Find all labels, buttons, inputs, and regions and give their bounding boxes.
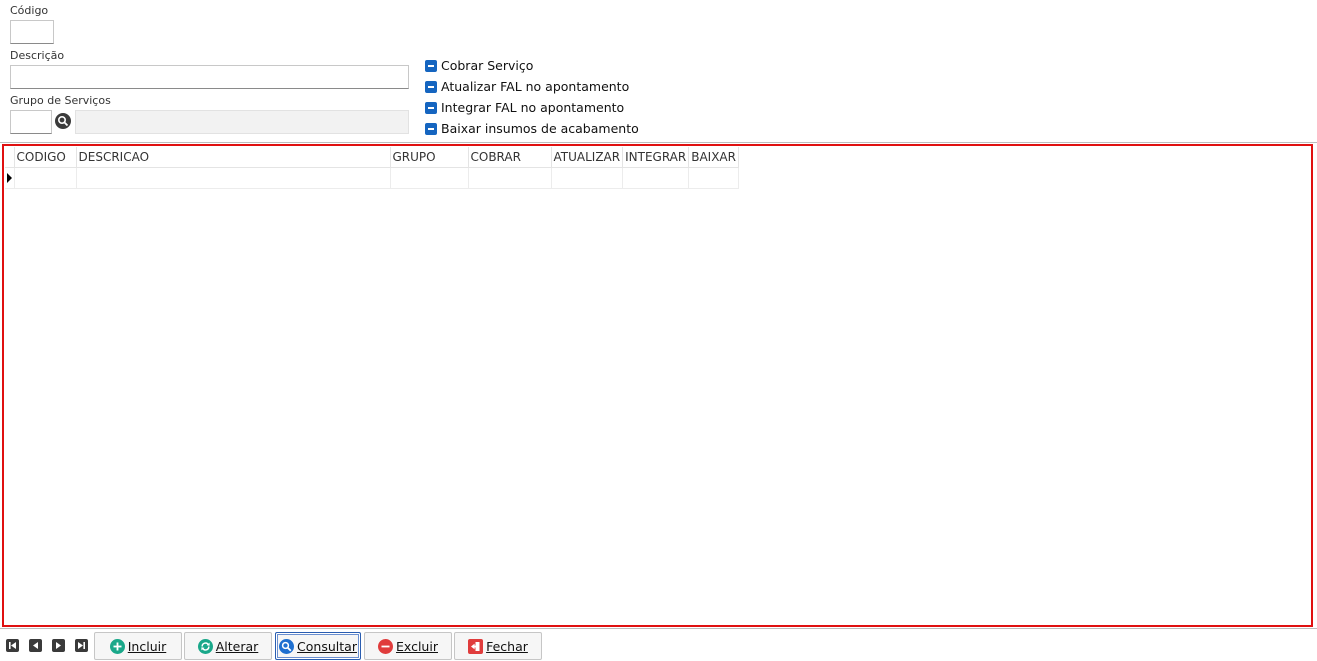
- column-header-cobrar[interactable]: COBRAR: [468, 147, 552, 168]
- cell-codigo[interactable]: [14, 167, 77, 189]
- indeterminate-checkbox-icon: [425, 80, 437, 93]
- prior-record-icon[interactable]: [29, 639, 42, 652]
- grupo-servicos-label: Grupo de Serviços: [10, 94, 111, 107]
- cell-integrar[interactable]: [622, 167, 690, 189]
- descricao-input[interactable]: [10, 65, 409, 89]
- cobrar-servico-checkbox[interactable]: Cobrar Serviço: [425, 58, 533, 73]
- column-header-baixar[interactable]: BAIXAR: [688, 147, 739, 168]
- incluir-button[interactable]: Incluir: [94, 632, 182, 660]
- atualizar-fal-checkbox[interactable]: Atualizar FAL no apontamento: [425, 79, 629, 94]
- column-header-codigo[interactable]: CODIGO: [14, 147, 77, 168]
- plus-icon: [109, 638, 125, 654]
- services-grid[interactable]: CODIGO DESCRICAO GRUPO COBRAR ATUALIZAR …: [2, 144, 1313, 627]
- integrar-fal-checkbox[interactable]: Integrar FAL no apontamento: [425, 100, 624, 115]
- column-header-integrar[interactable]: INTEGRAR: [622, 147, 690, 168]
- magnifier-icon: [279, 638, 295, 654]
- column-header-descricao[interactable]: DESCRICAO: [76, 147, 391, 168]
- codigo-label: Código: [10, 4, 49, 17]
- indeterminate-checkbox-icon: [425, 101, 437, 114]
- grid-header-row: CODIGO DESCRICAO GRUPO COBRAR ATUALIZAR …: [5, 147, 739, 168]
- top-separator: [0, 142, 1317, 143]
- first-record-icon[interactable]: [6, 639, 19, 652]
- refresh-icon: [197, 638, 213, 654]
- cell-grupo[interactable]: [390, 167, 469, 189]
- search-icon[interactable]: [55, 113, 71, 129]
- cell-baixar[interactable]: [688, 167, 739, 189]
- excluir-button[interactable]: Excluir: [364, 632, 452, 660]
- column-header-grupo[interactable]: GRUPO: [390, 147, 469, 168]
- cell-atualizar[interactable]: [551, 167, 624, 189]
- column-header-atualizar[interactable]: ATUALIZAR: [551, 147, 624, 168]
- cell-cobrar[interactable]: [468, 167, 552, 189]
- codigo-input[interactable]: [10, 20, 54, 44]
- row-indicator: [5, 167, 15, 189]
- descricao-label: Descrição: [10, 49, 65, 62]
- grupo-description-field: [75, 110, 409, 134]
- next-record-icon[interactable]: [52, 639, 65, 652]
- last-record-icon[interactable]: [75, 639, 88, 652]
- fechar-button[interactable]: Fechar: [454, 632, 542, 660]
- consultar-button[interactable]: Consultar: [275, 632, 361, 660]
- baixar-insumos-checkbox[interactable]: Baixar insumos de acabamento: [425, 121, 639, 136]
- grid-table[interactable]: CODIGO DESCRICAO GRUPO COBRAR ATUALIZAR …: [5, 147, 739, 189]
- indeterminate-checkbox-icon: [425, 122, 437, 135]
- indeterminate-checkbox-icon: [425, 59, 437, 72]
- minus-icon: [378, 638, 394, 654]
- grid-indicator-header: [5, 147, 15, 168]
- exit-door-icon: [468, 638, 484, 654]
- alterar-button[interactable]: Alterar: [184, 632, 272, 660]
- current-row-arrow-icon: [7, 173, 12, 183]
- table-row[interactable]: [5, 167, 739, 189]
- cell-descricao[interactable]: [76, 167, 391, 189]
- grupo-code-input[interactable]: [10, 110, 52, 134]
- bottom-separator: [0, 628, 1317, 629]
